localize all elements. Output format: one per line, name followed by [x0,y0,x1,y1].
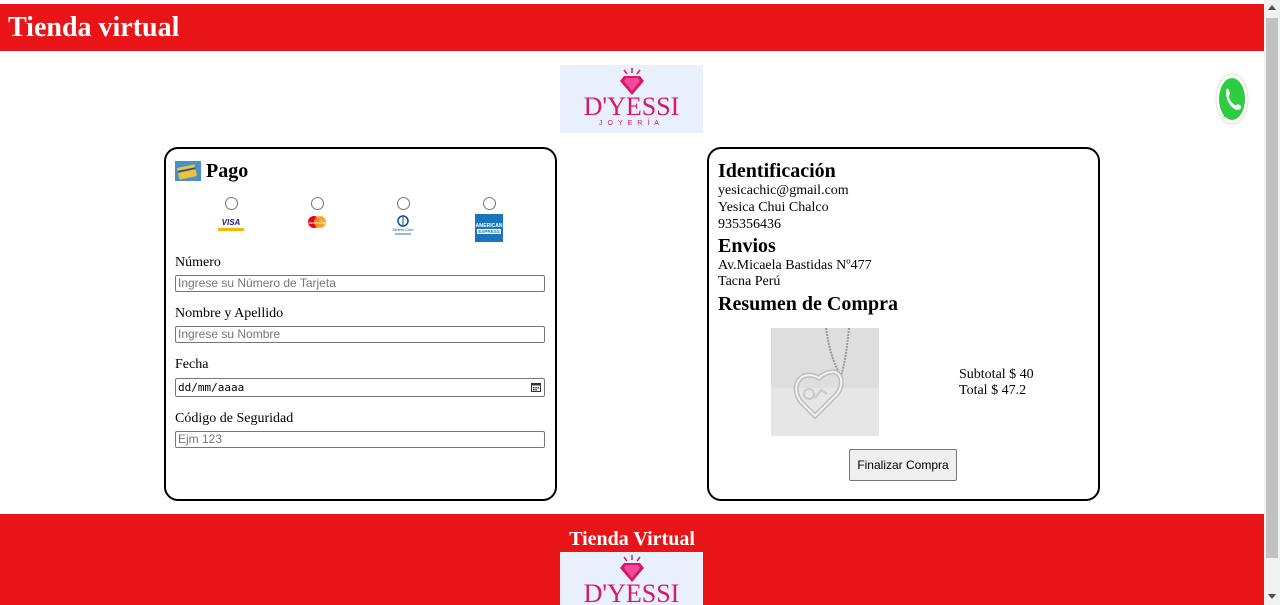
customer-name: Yesica Chui Chalco [718,200,829,215]
shipping-address: Av.Micaela Bastidas Nº477 [718,258,872,273]
radio-amex[interactable] [482,197,496,210]
footer-logo-brand-text: D'YESSI [583,579,680,605]
logo-subtitle: JOYERÍA [599,120,664,127]
finalizar-compra-button[interactable]: Finalizar Compra [849,449,957,481]
nombre-label: Nombre y Apellido [175,306,284,321]
heart-pendant-icon [771,328,879,436]
svg-text:MasterCard: MasterCard [307,220,328,225]
envios-title: Envios [718,235,776,257]
radio-visa[interactable] [224,197,238,210]
codigo-label: Código de Seguridad [175,411,294,426]
fecha-input[interactable]: dd/mm/aaaa [175,378,545,397]
total: Total $ 47.2 [959,383,1027,398]
site-header: Tienda virtual [0,4,1264,51]
fecha-placeholder: dd/mm/aaaa [178,381,245,394]
mastercard-icon: MasterCard [307,216,328,228]
radio-diners[interactable] [396,197,410,210]
whatsapp-button[interactable] [1215,70,1249,128]
customer-phone: 935356436 [718,217,781,232]
payment-card: Pago VISA MasterCard Diners Club AMERICA… [164,147,557,501]
amex-icon: AMERICAN EXPRESS [475,214,503,242]
method-amex[interactable]: AMERICAN EXPRESS [469,197,509,242]
method-diners[interactable]: Diners Club [383,197,423,236]
fecha-label: Fecha [175,357,209,372]
whatsapp-icon [1215,73,1249,125]
method-mastercard[interactable]: MasterCard [297,197,337,230]
scroll-up-arrow-icon[interactable] [1268,5,1276,10]
site-title: Tienda virtual [8,12,180,43]
credit-card-icon [175,161,201,181]
brand-logo[interactable]: D'YESSI JOYERÍA [560,65,703,133]
footer-title: Tienda Virtual [569,528,695,550]
nombre-input[interactable]: Ingrese su Nombre [175,326,545,343]
product-image [771,328,879,436]
payment-methods: VISA MasterCard Diners Club AMERICAN EXP… [206,197,526,247]
diners-club-icon: Diners Club [393,215,415,235]
numero-input[interactable]: Ingrese su Número de Tarjeta [175,275,545,292]
visa-icon: VISA [218,214,244,232]
payment-title: Pago [206,159,249,182]
svg-text:Diners Club: Diners Club [393,227,415,232]
method-visa[interactable]: VISA [211,197,251,232]
svg-text:VISA: VISA [222,218,241,227]
svg-text:EXPRESS: EXPRESS [478,229,499,234]
order-summary-card: Identificación yesicachic@gmail.com Yesi… [707,147,1100,501]
shipping-city: Tacna Perú [718,274,781,289]
numero-label: Número [175,255,221,270]
resumen-title: Resumen de Compra [718,293,898,315]
identificacion-title: Identificación [718,160,836,182]
logo-brand-text: D'YESSI [583,92,680,121]
payment-header: Pago [175,157,248,185]
customer-email: yesicachic@gmail.com [718,183,849,198]
calendar-icon[interactable] [531,382,541,392]
footer-logo[interactable]: D'YESSI [560,552,703,605]
scroll-down-arrow-icon[interactable] [1268,594,1276,599]
subtotal: Subtotal $ 40 [959,367,1034,382]
codigo-input[interactable]: Ejm 123 [175,431,545,448]
radio-mastercard[interactable] [310,197,324,210]
scrollbar-thumb[interactable] [1266,18,1278,558]
